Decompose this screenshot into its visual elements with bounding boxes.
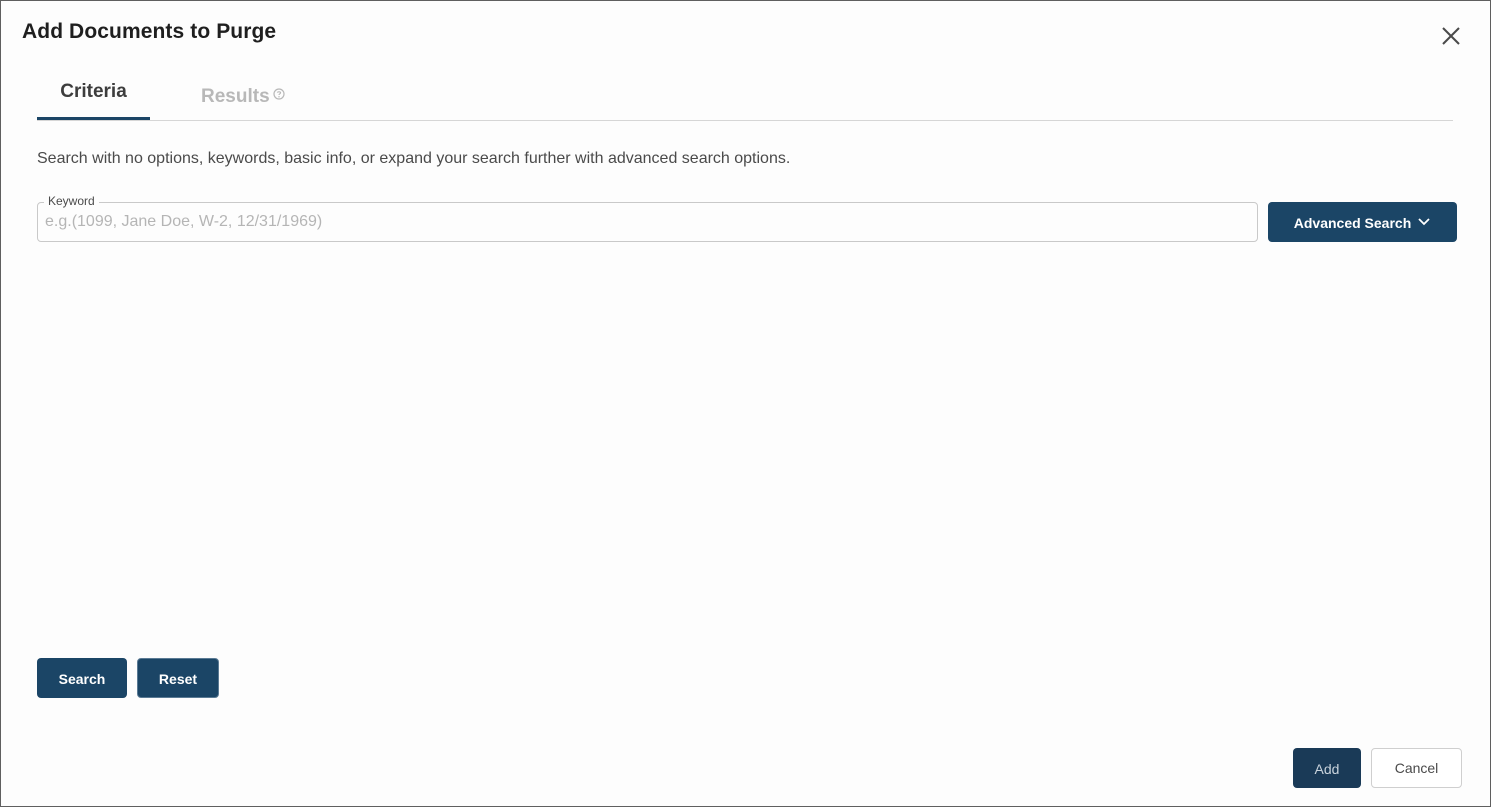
search-button[interactable]: Search xyxy=(37,658,127,698)
reset-button[interactable]: Reset xyxy=(137,658,219,698)
close-icon xyxy=(1442,27,1460,45)
chevron-down-icon xyxy=(1417,203,1431,243)
tab-criteria[interactable]: Criteria xyxy=(37,71,150,120)
keyword-label: Keyword xyxy=(44,194,99,208)
help-circle-icon[interactable] xyxy=(273,69,285,121)
advanced-search-label: Advanced Search xyxy=(1293,215,1412,231)
tab-criteria-label: Criteria xyxy=(60,81,127,102)
cancel-button[interactable]: Cancel xyxy=(1371,748,1462,788)
keyword-field: Keyword xyxy=(37,194,1258,242)
add-button[interactable]: Add xyxy=(1293,748,1361,788)
dialog-title: Add Documents to Purge xyxy=(22,20,277,43)
advanced-search-button[interactable]: Advanced Search xyxy=(1268,202,1457,242)
close-button[interactable] xyxy=(1438,23,1464,49)
criteria-description: Search with no options, keywords, basic … xyxy=(37,150,791,167)
tab-results[interactable]: Results xyxy=(201,71,285,119)
tab-results-label: Results xyxy=(201,86,270,107)
keyword-input[interactable] xyxy=(45,209,1245,235)
tab-bar: Criteria Results xyxy=(37,71,1453,121)
add-documents-dialog: Add Documents to Purge Criteria Results … xyxy=(0,0,1491,807)
